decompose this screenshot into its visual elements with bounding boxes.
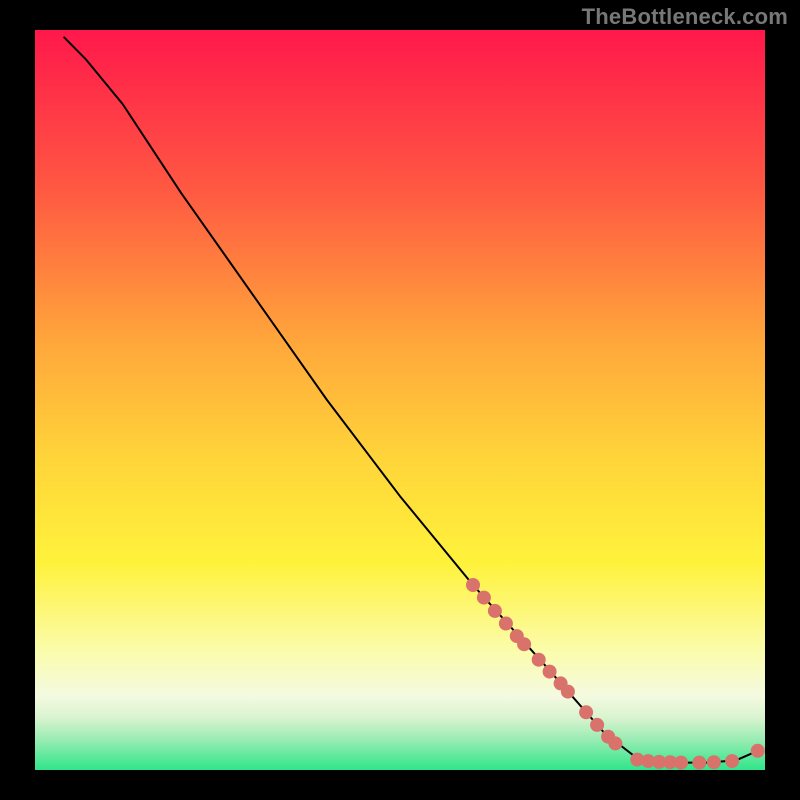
watermark-text: TheBottleneck.com: [582, 4, 788, 30]
data-marker: [477, 591, 491, 605]
data-marker: [725, 754, 739, 768]
data-marker: [751, 744, 765, 758]
data-marker: [579, 705, 593, 719]
data-marker: [590, 718, 604, 732]
data-marker: [707, 755, 721, 769]
data-marker: [517, 637, 531, 651]
data-marker: [608, 736, 622, 750]
data-marker: [532, 653, 546, 667]
chart-svg: [35, 30, 765, 770]
data-marker: [466, 578, 480, 592]
data-marker: [488, 604, 502, 618]
plot-area: [35, 30, 765, 770]
data-marker: [674, 756, 688, 770]
data-marker: [543, 665, 557, 679]
gradient-background: [35, 30, 765, 770]
data-marker: [499, 617, 513, 631]
data-marker: [692, 756, 706, 770]
chart-stage: TheBottleneck.com: [0, 0, 800, 800]
data-marker: [561, 685, 575, 699]
